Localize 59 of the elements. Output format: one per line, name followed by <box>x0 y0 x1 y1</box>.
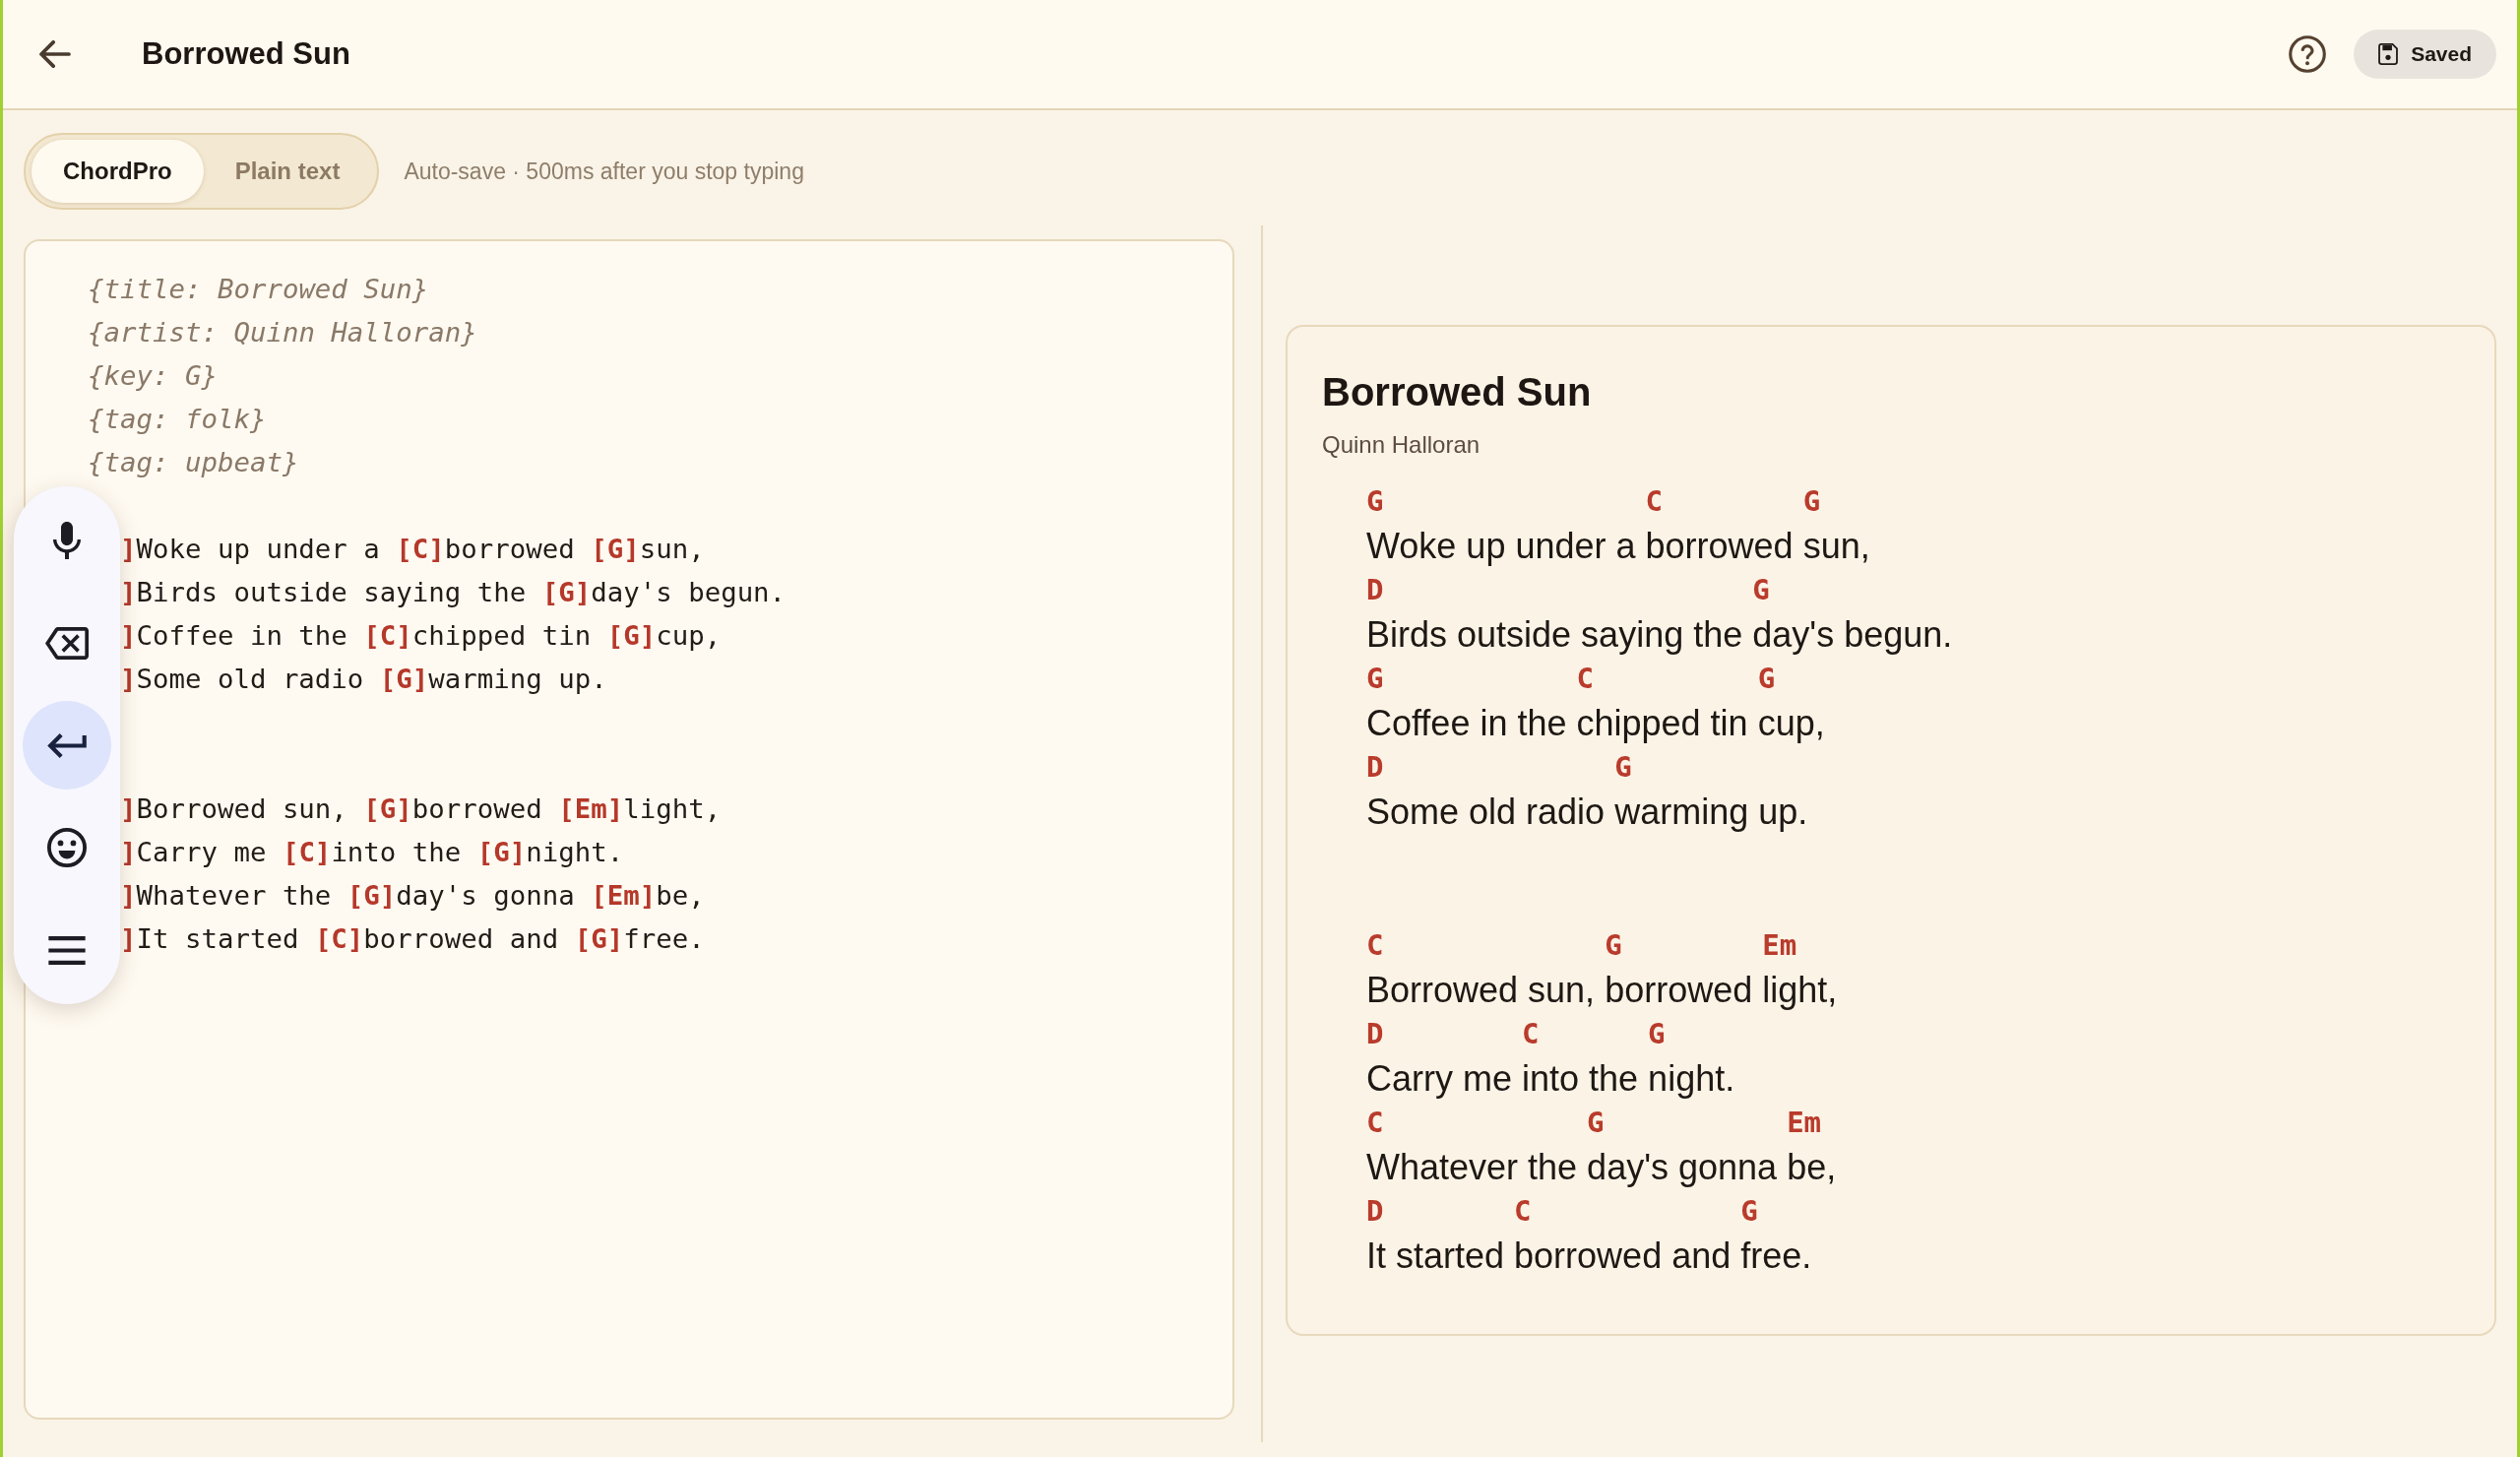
lyric-line: Whatever the day's gonna be, <box>1366 1146 1837 1189</box>
code-line: ]Birds outside saying the [G]day's begun. <box>119 576 787 609</box>
back-button[interactable] <box>39 40 71 68</box>
lyric-line: Carry me into the night. <box>1366 1057 1735 1101</box>
smiley-icon <box>47 828 87 867</box>
lyric-line: Woke up under a borrowed sun, <box>1366 525 1870 568</box>
code-line: ]Woke up under a [C]borrowed [G]sun, <box>119 533 705 566</box>
menu-icon <box>48 935 86 965</box>
lyric-line: Borrowed sun, borrowed light, <box>1366 969 1838 1012</box>
autosave-hint: Auto-save · 500ms after you stop typing <box>404 158 804 185</box>
chord-label: G <box>1366 661 1384 696</box>
help-icon <box>2289 35 2327 73</box>
chord-label: D <box>1366 1016 1384 1051</box>
song-artist: Quinn Halloran <box>1322 430 1480 460</box>
chord-label: G <box>1648 1016 1666 1051</box>
chord-label: C <box>1366 927 1384 963</box>
code-line: ]Borrowed sun, [G]borrowed [Em]light, <box>119 792 722 826</box>
chord-label: G <box>1614 749 1632 785</box>
code-line: ]Some old radio [G]warming up. <box>119 663 607 696</box>
chord-label: C <box>1645 483 1663 519</box>
chord-label: G <box>1752 572 1770 607</box>
lyric-line: Some old radio warming up. <box>1366 791 1808 834</box>
save-status-button[interactable]: Saved <box>2354 30 2496 79</box>
code-line: {title: Borrowed Sun} <box>88 273 429 306</box>
backspace-icon <box>45 626 89 660</box>
chord-label: C <box>1522 1016 1540 1051</box>
code-line: {artist: Quinn Halloran} <box>88 316 477 349</box>
chord-label: C <box>1514 1193 1532 1229</box>
chord-label: G <box>1740 1193 1758 1229</box>
chord-label: G <box>1757 661 1776 696</box>
chord-label: G <box>1366 483 1384 519</box>
code-line: ]Carry me [C]into the [G]night. <box>119 836 624 869</box>
lyric-line: Coffee in the chipped tin cup, <box>1366 702 1825 745</box>
chord-label: Em <box>1787 1105 1822 1140</box>
chord-label: C <box>1576 661 1594 696</box>
chord-label: Em <box>1762 927 1797 963</box>
chord-label: G <box>1587 1105 1605 1140</box>
code-line: ]Coffee in the [C]chipped tin [G]cup, <box>119 619 722 653</box>
code-line: ]Whatever the [G]day's gonna [Em]be, <box>119 879 705 913</box>
editor-field[interactable] <box>24 239 1234 1420</box>
arrow-left-icon <box>39 40 71 68</box>
lyric-line: Birds outside saying the day's begun. <box>1366 613 1953 657</box>
page-title: Borrowed Sun <box>142 36 350 72</box>
code-line: ]It started [C]borrowed and [G]free. <box>119 922 705 956</box>
chord-label: D <box>1366 749 1384 785</box>
chord-label: D <box>1366 572 1384 607</box>
code-line: {tag: folk} <box>88 403 267 436</box>
code-line: {tag: upbeat} <box>88 446 299 479</box>
code-line: {key: G} <box>88 359 218 393</box>
return-arrow-icon <box>47 732 87 758</box>
chord-label: C <box>1366 1105 1384 1140</box>
chord-label: G <box>1802 483 1821 519</box>
lyric-line: It started borrowed and free. <box>1366 1235 1812 1278</box>
chord-label: G <box>1605 927 1622 963</box>
mode-tab[interactable]: ChordPro <box>32 140 204 203</box>
microphone-icon <box>53 522 81 559</box>
song-title: Borrowed Sun <box>1322 369 1592 415</box>
chord-label: D <box>1366 1193 1384 1229</box>
help-button[interactable] <box>2289 35 2327 73</box>
